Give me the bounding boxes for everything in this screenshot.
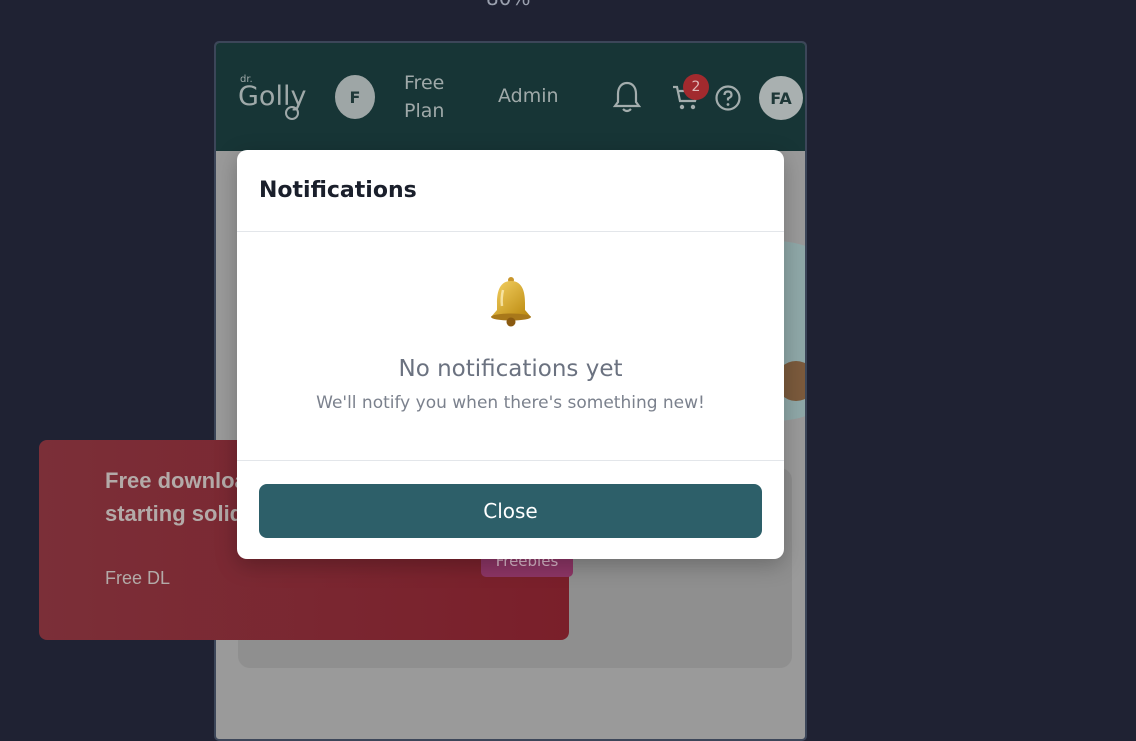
empty-state-subtitle: We'll notify you when there's something … (316, 393, 705, 413)
plan-label[interactable]: Free Plan (404, 69, 464, 125)
bell-icon[interactable] (613, 80, 641, 114)
svg-text:Golly: Golly (238, 81, 306, 112)
golly-logo[interactable]: dr. Golly (238, 73, 310, 123)
help-icon[interactable] (714, 84, 742, 112)
modal-header: Notifications (237, 150, 784, 232)
modal-body: No notifications yet We'll notify you wh… (237, 232, 784, 461)
promo-subtitle: Free DL (105, 568, 171, 588)
modal-title: Notifications (259, 178, 417, 203)
plan-avatar[interactable]: F (335, 75, 375, 119)
notifications-modal: Notifications No notifications yet We'll… (237, 150, 784, 559)
cart-count-badge: 2 (683, 74, 709, 100)
close-button[interactable]: Close (259, 484, 762, 538)
user-avatar[interactable]: FA (759, 76, 803, 120)
empty-state-title: No notifications yet (398, 356, 623, 382)
bell-emoji-icon (491, 277, 531, 327)
admin-link[interactable]: Admin (498, 85, 559, 107)
top-header: dr. Golly F Free Plan Admin 2 FA (216, 43, 805, 151)
zoom-label: 80% (486, 0, 546, 10)
